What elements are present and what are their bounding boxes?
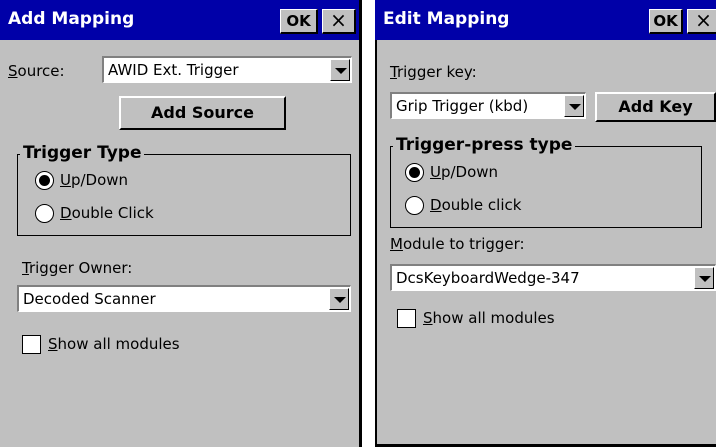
double-click-label[interactable]: Double click [430,196,521,214]
add-source-button[interactable]: Add Source [119,96,286,130]
trigger-press-type-group [390,146,702,228]
source-value: AWID Ext. Trigger [108,61,239,79]
chevron-down-icon[interactable] [564,95,584,117]
source-label: Source: [8,62,65,80]
add-key-button[interactable]: Add Key [595,92,716,122]
double-click-label[interactable]: Double Click [60,204,154,222]
updown-radio[interactable] [405,163,424,182]
trigger-key-dropdown[interactable]: Grip Trigger (kbd) [390,92,586,119]
title-bar: Edit Mapping OK × [375,0,716,40]
double-click-radio[interactable] [405,196,424,215]
double-click-radio[interactable] [35,204,54,223]
updown-label[interactable]: Up/Down [430,163,498,181]
chevron-down-icon[interactable] [330,59,350,81]
close-button[interactable]: × [687,9,716,34]
ok-button[interactable]: OK [280,9,318,34]
trigger-owner-label: Trigger Owner: [22,259,133,277]
module-to-trigger-label: Module to trigger: [390,235,525,253]
trigger-owner-value: Decoded Scanner [23,290,156,308]
trigger-type-title: Trigger Type [20,143,145,163]
chevron-down-icon[interactable] [694,267,714,289]
chevron-down-icon[interactable] [329,288,349,310]
trigger-key-value: Grip Trigger (kbd) [396,97,529,115]
updown-radio[interactable] [35,171,54,190]
trigger-key-label: Trigger key: [390,63,477,81]
trigger-type-group [17,154,351,236]
updown-label[interactable]: Up/Down [60,171,128,189]
show-all-modules-checkbox[interactable] [397,309,416,328]
title-bar: Add Mapping OK × [0,0,362,40]
window-title: Edit Mapping [383,9,510,29]
module-value: DcsKeyboardWedge-347 [396,269,580,287]
trigger-owner-dropdown[interactable]: Decoded Scanner [17,285,351,312]
trigger-press-type-title: Trigger-press type [393,135,576,155]
show-all-modules-checkbox[interactable] [22,335,41,354]
show-all-modules-label[interactable]: Show all modules [423,309,555,327]
show-all-modules-label[interactable]: Show all modules [48,335,180,353]
ok-button[interactable]: OK [649,9,683,34]
add-mapping-window: Add Mapping OK × Source: AWID Ext. Trigg… [0,0,362,447]
window-title: Add Mapping [8,9,135,29]
edit-mapping-window: Edit Mapping OK × Trigger key: Grip Trig… [375,0,716,447]
source-dropdown[interactable]: AWID Ext. Trigger [102,56,352,83]
module-dropdown[interactable]: DcsKeyboardWedge-347 [390,264,716,291]
close-button[interactable]: × [322,9,356,34]
